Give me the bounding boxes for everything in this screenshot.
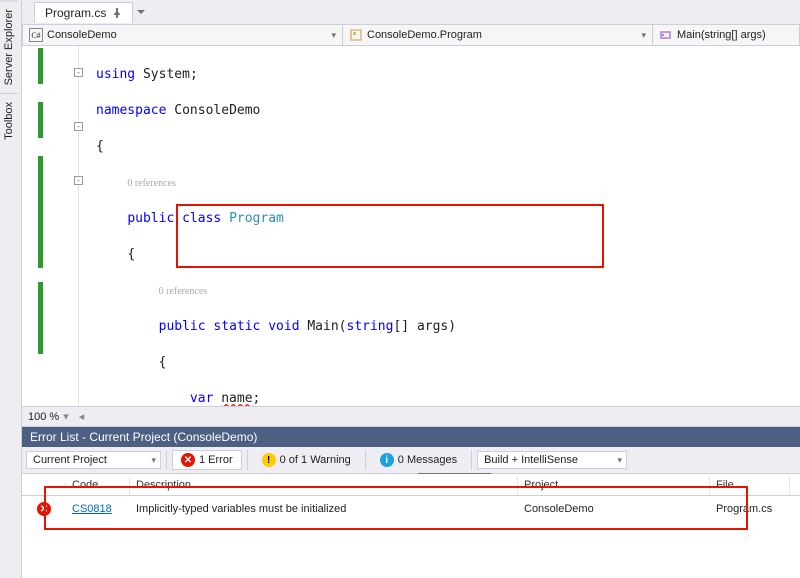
codelens-references[interactable]: 0 references: [159, 286, 208, 297]
document-tab-label: Program.cs: [45, 6, 106, 20]
error-code-link[interactable]: CS0818: [72, 503, 112, 515]
editor-gutter: - - -: [22, 46, 96, 406]
nav-scope-method[interactable]: Main(string[] args): [653, 25, 799, 45]
server-explorer-tab[interactable]: Server Explorer: [0, 0, 18, 93]
document-tab-program[interactable]: Program.cs: [34, 2, 133, 23]
error-list-toolbar: Current Project ▾ ✕ 1 Error ! 0 of 1 War…: [22, 447, 800, 474]
code-token: ConsoleDemo: [174, 103, 260, 118]
build-intellisense-label: Build + IntelliSense: [484, 454, 578, 466]
navigation-bar: C# ConsoleDemo ▾ ConsoleDemo.Program ▾ M…: [22, 24, 800, 46]
error-icon: ✕: [181, 453, 195, 467]
code-token: void: [268, 319, 307, 334]
code-token: public: [159, 319, 214, 334]
fold-toggle[interactable]: -: [74, 176, 83, 185]
row-project-cell: ConsoleDemo: [518, 499, 710, 519]
error-list-table: Code Description Project File ✕ CS0818 I…: [22, 474, 800, 578]
code-token: Main(: [307, 319, 346, 334]
code-editor[interactable]: - - - using System; namespace ConsoleDem…: [22, 46, 800, 406]
zoom-bar: 100 % ▾ ◂: [22, 406, 800, 426]
messages-filter-label: 0 Messages: [398, 454, 457, 466]
fold-toggle[interactable]: -: [74, 68, 83, 77]
warnings-filter-label: 0 of 1 Warning: [280, 454, 351, 466]
code-token: public: [127, 211, 182, 226]
divider: [365, 450, 366, 470]
row-code-cell: CS0818: [66, 499, 130, 519]
code-token: var: [190, 391, 221, 406]
chevron-down-icon: ▾: [618, 455, 623, 466]
chevron-down-icon[interactable]: [137, 8, 145, 16]
code-token: {: [159, 355, 167, 370]
toolbox-tab[interactable]: Toolbox: [0, 93, 18, 148]
divider: [166, 450, 167, 470]
col-description[interactable]: Description: [130, 476, 518, 494]
chevron-down-icon: ▾: [641, 30, 646, 41]
error-icon: ✕: [37, 502, 51, 516]
method-icon: [659, 28, 673, 42]
class-icon: [349, 28, 363, 42]
build-intellisense-combo[interactable]: Build + IntelliSense ▾: [477, 451, 627, 469]
row-description-cell: Implicitly-typed variables must be initi…: [130, 499, 518, 519]
code-token-error: name: [221, 391, 252, 406]
row-icon-cell: ✕: [22, 498, 66, 520]
warning-icon: !: [262, 453, 276, 467]
nav-scope-method-label: Main(string[] args): [677, 29, 766, 41]
messages-filter[interactable]: i 0 Messages: [371, 450, 466, 470]
error-list-panel: Error List - Current Project (ConsoleDem…: [22, 426, 800, 578]
code-token: [] args): [393, 319, 456, 334]
col-file[interactable]: File: [710, 476, 790, 494]
chevron-down-icon: ▾: [331, 30, 336, 41]
nav-scope-project-label: ConsoleDemo: [47, 29, 117, 41]
document-tab-row: Program.cs: [22, 0, 800, 24]
code-token: ;: [253, 391, 261, 406]
table-header: Code Description Project File: [22, 474, 800, 496]
code-token: ;: [190, 67, 198, 82]
col-project[interactable]: Project: [518, 476, 710, 494]
codelens-references[interactable]: 0 references: [127, 178, 176, 189]
nav-scope-project[interactable]: C# ConsoleDemo ▾: [23, 25, 343, 45]
code-token: namespace: [96, 103, 174, 118]
code-token: string: [347, 319, 394, 334]
scope-combo[interactable]: Current Project ▾: [26, 451, 161, 469]
errors-filter-label: 1 Error: [199, 454, 233, 466]
col-code[interactable]: Code: [66, 476, 130, 494]
col-icon[interactable]: [22, 482, 66, 488]
code-token: static: [213, 319, 268, 334]
scope-combo-label: Current Project: [33, 454, 107, 466]
table-row[interactable]: ✕ CS0818 Implicitly-typed variables must…: [22, 496, 800, 522]
nav-scope-class[interactable]: ConsoleDemo.Program ▾: [343, 25, 653, 45]
zoom-value[interactable]: 100 %: [28, 411, 59, 423]
chevron-down-icon[interactable]: ▾: [63, 410, 69, 423]
warnings-filter[interactable]: ! 0 of 1 Warning: [253, 450, 360, 470]
chevron-down-icon: ▾: [151, 455, 156, 466]
nav-scope-class-label: ConsoleDemo.Program: [367, 29, 482, 41]
divider: [471, 450, 472, 470]
pin-icon[interactable]: [112, 8, 122, 18]
info-icon: i: [380, 453, 394, 467]
code-token: {: [96, 139, 104, 154]
row-file-cell: Program.cs: [710, 499, 790, 519]
csharp-icon: C#: [29, 28, 43, 42]
error-list-title: Error List - Current Project (ConsoleDem…: [22, 427, 800, 447]
errors-filter[interactable]: ✕ 1 Error: [172, 450, 242, 470]
code-text[interactable]: using System; namespace ConsoleDemo { 0 …: [96, 46, 800, 406]
code-token: using: [96, 67, 143, 82]
fold-toggle[interactable]: -: [74, 122, 83, 131]
code-token: System: [143, 67, 190, 82]
divider: [247, 450, 248, 470]
scroll-left-icon[interactable]: ◂: [79, 410, 85, 423]
code-token: Program: [229, 211, 284, 226]
code-token: class: [182, 211, 229, 226]
code-token: {: [127, 247, 135, 262]
